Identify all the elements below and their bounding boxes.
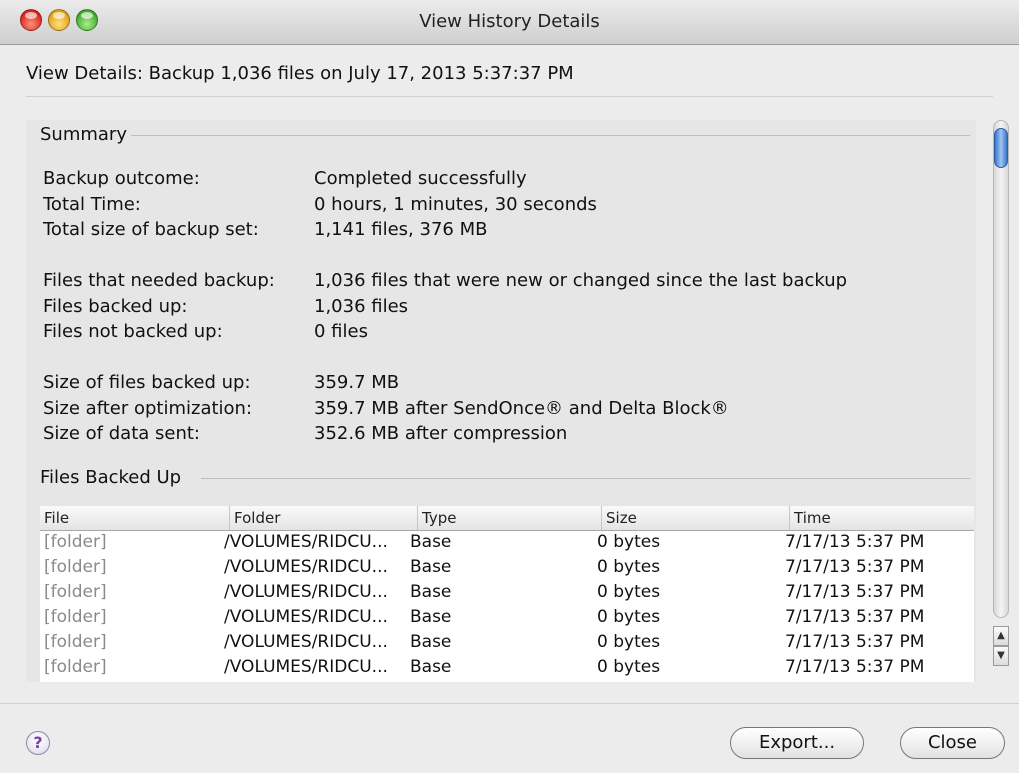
summary-row-label: Backup outcome: — [43, 168, 200, 189]
files-group-line — [201, 478, 970, 479]
window-title: View History Details — [419, 11, 600, 32]
summary-row-value: 352.6 MB after compression — [314, 423, 568, 444]
export-button[interactable]: Export... — [730, 727, 864, 759]
cell-time: 7/17/13 5:37 PM — [785, 557, 925, 577]
summary-row-label: Size of data sent: — [43, 423, 200, 444]
summary-row-value: 0 hours, 1 minutes, 30 seconds — [314, 194, 597, 215]
cell-time: 7/17/13 5:37 PM — [785, 632, 925, 652]
summary-row-value: 0 files — [314, 321, 368, 342]
cell-file: [folder] — [44, 582, 107, 602]
history-details-window: View History Details View Details: Backu… — [0, 0, 1019, 773]
summary-group-label: Summary — [40, 124, 131, 145]
cell-time: 7/17/13 5:37 PM — [785, 582, 925, 602]
column-header-folder[interactable]: Folder — [230, 506, 418, 530]
cell-size: 0 bytes — [597, 582, 661, 602]
close-button[interactable]: Close — [900, 727, 1005, 759]
table-header: File Folder Type Size Time — [40, 506, 974, 531]
summary-row-label: Files that needed backup: — [43, 270, 275, 291]
files-table[interactable]: File Folder Type Size Time [folder] /VOL… — [40, 506, 974, 682]
details-scroll-panel[interactable]: Summary Backup outcome: Completed succes… — [26, 120, 1019, 682]
column-header-type[interactable]: Type — [418, 506, 602, 530]
summary-row-label: Total Time: — [43, 194, 141, 215]
cell-file: [folder] — [44, 607, 107, 627]
scroll-up-arrow-icon[interactable]: ▲ — [993, 626, 1009, 646]
cell-type: Base — [410, 607, 452, 627]
scrollbar-track[interactable] — [993, 120, 1009, 618]
cell-file: [folder] — [44, 657, 107, 677]
summary-row-label: Files not backed up: — [43, 321, 223, 342]
column-header-file[interactable]: File — [40, 506, 230, 530]
cell-size: 0 bytes — [597, 532, 661, 552]
cell-file: [folder] — [44, 557, 107, 577]
summary-group-line — [126, 135, 970, 136]
footer-divider — [0, 703, 1019, 704]
cell-size: 0 bytes — [597, 607, 661, 627]
summary-row-label: Files backed up: — [43, 296, 188, 317]
scroll-down-arrow-icon[interactable]: ▼ — [993, 646, 1009, 666]
cell-size: 0 bytes — [597, 632, 661, 652]
summary-row-label: Size after optimization: — [43, 398, 253, 419]
cell-folder: /VOLUMES/RIDCU... — [224, 607, 388, 627]
summary-row-value: 359.7 MB — [314, 372, 400, 393]
summary-row-label: Total size of backup set: — [43, 219, 259, 240]
table-row[interactable]: [folder] /VOLUMES/RIDCU... Base 0 bytes … — [40, 605, 974, 630]
vertical-scrollbar[interactable]: ▲ ▼ — [990, 120, 1012, 682]
table-row[interactable]: [folder] /VOLUMES/RIDCU... Base 0 bytes … — [40, 555, 974, 580]
cell-type: Base — [410, 557, 452, 577]
title-bar: View History Details — [0, 0, 1019, 45]
cell-time: 7/17/13 5:37 PM — [785, 532, 925, 552]
cell-file: [folder] — [44, 532, 107, 552]
cell-folder: /VOLUMES/RIDCU... — [224, 657, 388, 677]
table-row[interactable]: [folder] /VOLUMES/RIDCU... Base 0 bytes … — [40, 530, 974, 555]
table-row[interactable]: [folder] /VOLUMES/RIDCU... Base 0 bytes … — [40, 655, 974, 680]
summary-row-value: Completed successfully — [314, 168, 527, 189]
summary-row-value: 1,141 files, 376 MB — [314, 219, 488, 240]
cell-folder: /VOLUMES/RIDCU... — [224, 582, 388, 602]
column-header-size[interactable]: Size — [602, 506, 790, 530]
cell-type: Base — [410, 657, 452, 677]
cell-type: Base — [410, 532, 452, 552]
table-row[interactable]: [folder] /VOLUMES/RIDCU... Base 0 bytes … — [40, 580, 974, 605]
files-group-label: Files Backed Up — [40, 467, 186, 488]
cell-size: 0 bytes — [597, 657, 661, 677]
header-divider — [26, 96, 993, 97]
summary-row-value: 1,036 files that were new or changed sin… — [314, 270, 848, 291]
summary-row-value: 359.7 MB after SendOnce® and Delta Block… — [314, 398, 729, 419]
cell-folder: /VOLUMES/RIDCU... — [224, 557, 388, 577]
cell-type: Base — [410, 582, 452, 602]
cell-file: [folder] — [44, 632, 107, 652]
cell-type: Base — [410, 632, 452, 652]
summary-row-value: 1,036 files — [314, 296, 409, 317]
scrollbar-thumb[interactable] — [994, 128, 1008, 168]
details-header: View Details: Backup 1,036 files on July… — [26, 63, 574, 84]
help-icon[interactable]: ? — [26, 731, 50, 755]
cell-time: 7/17/13 5:37 PM — [785, 657, 925, 677]
cell-size: 0 bytes — [597, 557, 661, 577]
column-header-time[interactable]: Time — [790, 506, 974, 530]
table-row[interactable]: [folder] /VOLUMES/RIDCU... Base 0 bytes … — [40, 630, 974, 655]
summary-row-label: Size of files backed up: — [43, 372, 251, 393]
cell-folder: /VOLUMES/RIDCU... — [224, 632, 388, 652]
cell-time: 7/17/13 5:37 PM — [785, 607, 925, 627]
cell-folder: /VOLUMES/RIDCU... — [224, 532, 388, 552]
